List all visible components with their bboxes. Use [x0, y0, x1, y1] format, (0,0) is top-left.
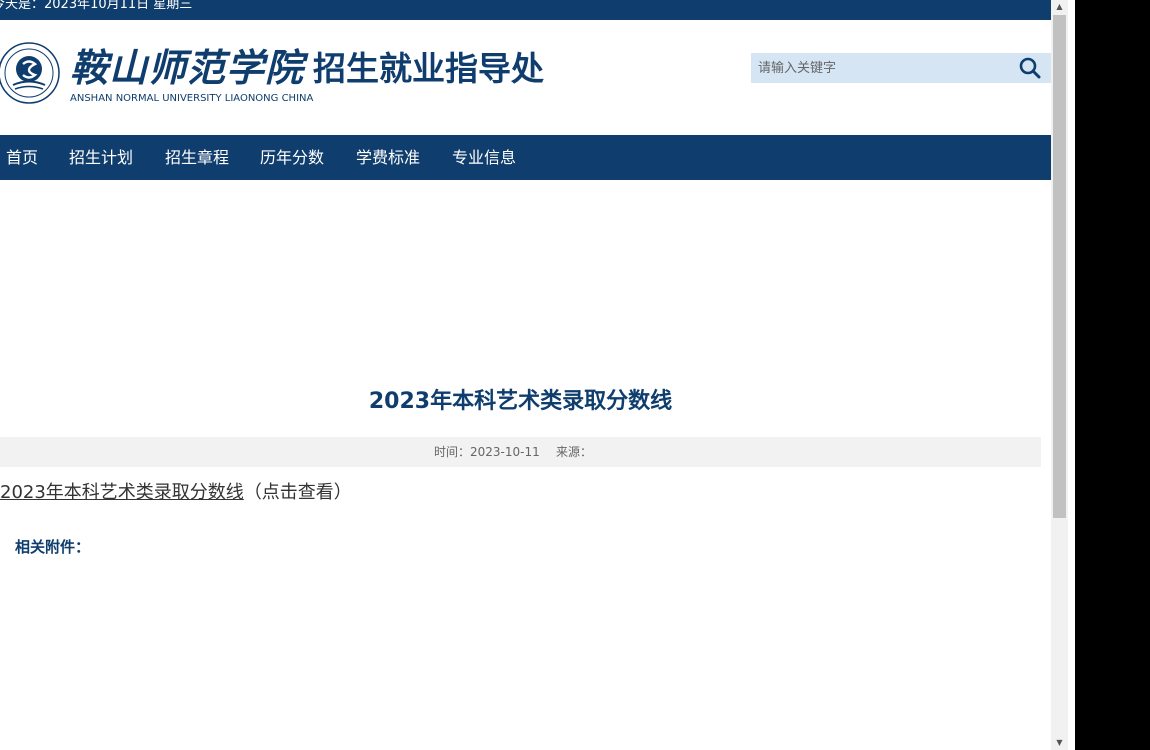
search-box: [751, 53, 1051, 83]
click-to-view-hint: （点击查看）: [243, 482, 352, 503]
nav-item-enrollment-rules[interactable]: 招生章程: [165, 135, 229, 180]
scroll-up-arrow-icon[interactable]: ▲: [1051, 0, 1068, 14]
university-name-cn[interactable]: 鞍山师范学院: [70, 46, 304, 90]
nav-item-enrollment-plan[interactable]: 招生计划: [69, 135, 133, 180]
university-name-en: ANSHAN NORMAL UNIVERSITY LIAONONG CHINA: [70, 93, 314, 104]
scroll-down-arrow-icon[interactable]: ▼: [1051, 736, 1068, 750]
article-meta: 时间：2023-10-11 来源：: [0, 437, 1041, 467]
nav-item-tuition[interactable]: 学费标准: [356, 135, 420, 180]
nav-item-majors[interactable]: 专业信息: [452, 135, 516, 180]
vertical-scrollbar[interactable]: ▲ ▼: [1051, 0, 1068, 750]
scroll-thumb[interactable]: [1053, 15, 1066, 518]
top-date-bar: 今天是：2023年10月11日 星期三: [0, 0, 1051, 20]
university-emblem-icon: [0, 42, 60, 104]
main-nav: 首页 招生计划 招生章程 历年分数 学费标准 专业信息: [0, 135, 1051, 180]
nav-item-home[interactable]: 首页: [6, 135, 38, 180]
article-content: 2023年本科艺术类录取分数线（点击查看）: [0, 478, 352, 504]
window-edge: [1068, 0, 1075, 750]
site-header: 鞍山师范学院 ANSHAN NORMAL UNIVERSITY LIAONONG…: [0, 20, 1051, 135]
date-text: 今天是：2023年10月11日 星期三: [0, 0, 193, 12]
publish-time: 时间：2023-10-11: [434, 445, 540, 459]
page: 今天是：2023年10月11日 星期三 鞍山师范学院 ANSHAN NORMAL…: [0, 0, 1051, 750]
department-title: 招生就业指导处: [313, 49, 544, 88]
search-icon[interactable]: [1017, 56, 1043, 80]
search-input[interactable]: [751, 53, 1013, 83]
attachments-label: 相关附件：: [15, 538, 91, 556]
score-document-link[interactable]: 2023年本科艺术类录取分数线: [0, 482, 244, 503]
article-title: 2023年本科艺术类录取分数线: [368, 389, 673, 414]
source-label: 来源：: [556, 445, 593, 459]
nav-item-past-scores[interactable]: 历年分数: [260, 135, 324, 180]
